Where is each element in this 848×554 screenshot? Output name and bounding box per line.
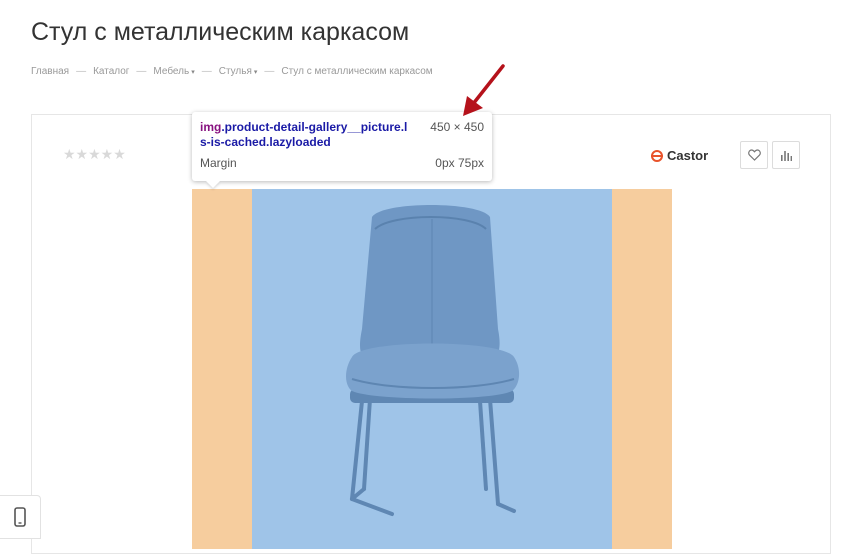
element-size: 450 × 450 bbox=[430, 120, 484, 134]
breadcrumb-separator: — bbox=[264, 65, 275, 77]
annotation-arrow-icon bbox=[463, 64, 505, 116]
breadcrumb-home[interactable]: Главная bbox=[31, 66, 69, 77]
chevron-down-icon: ▾ bbox=[253, 68, 258, 76]
mobile-phone-icon bbox=[14, 507, 26, 527]
add-to-favorites-button[interactable] bbox=[740, 141, 768, 169]
castor-logo-icon bbox=[651, 149, 663, 162]
breadcrumb: Главная — Каталог — Мебель ▾ — Стулья ▾ — … bbox=[31, 64, 433, 78]
breadcrumb-chairs-label: Стулья bbox=[218, 65, 252, 77]
margin-overlay-right bbox=[612, 189, 672, 549]
inspector-tooltip: img.product-detail-gallery__picture.ls-i… bbox=[192, 112, 492, 181]
brand-link[interactable]: Castor bbox=[651, 148, 708, 163]
breadcrumb-separator: — bbox=[136, 65, 147, 77]
breadcrumb-separator: — bbox=[76, 65, 87, 77]
breadcrumb-furniture[interactable]: Мебель ▾ bbox=[153, 66, 194, 77]
property-value: 0px 75px bbox=[435, 156, 484, 170]
bar-chart-icon bbox=[781, 150, 792, 161]
element-selector: img.product-detail-gallery__picture.ls-i… bbox=[200, 120, 412, 150]
chevron-down-icon: ▾ bbox=[191, 68, 195, 76]
selector-classes: .product-detail-gallery__picture.ls-is-c… bbox=[200, 120, 408, 149]
compare-button[interactable] bbox=[772, 141, 800, 169]
page-title: Стул с металлическим каркасом bbox=[31, 18, 410, 46]
chair-image bbox=[346, 205, 520, 516]
breadcrumb-furniture-label: Мебель bbox=[153, 65, 190, 77]
breadcrumb-separator: — bbox=[201, 65, 212, 77]
breadcrumb-current: Стул с металлическим каркасом bbox=[281, 65, 433, 77]
mobile-view-button[interactable] bbox=[0, 495, 41, 539]
selector-tag: img bbox=[200, 120, 222, 134]
brand-name: Castor bbox=[667, 148, 709, 163]
heart-icon bbox=[747, 149, 761, 161]
product-image[interactable] bbox=[252, 189, 612, 549]
margin-overlay-left bbox=[192, 189, 252, 549]
rating-stars[interactable]: ★★★★★ bbox=[63, 146, 126, 163]
breadcrumb-catalog[interactable]: Каталог bbox=[93, 66, 129, 77]
breadcrumb-chairs[interactable]: Стулья ▾ bbox=[219, 66, 258, 77]
property-label: Margin bbox=[200, 156, 237, 170]
